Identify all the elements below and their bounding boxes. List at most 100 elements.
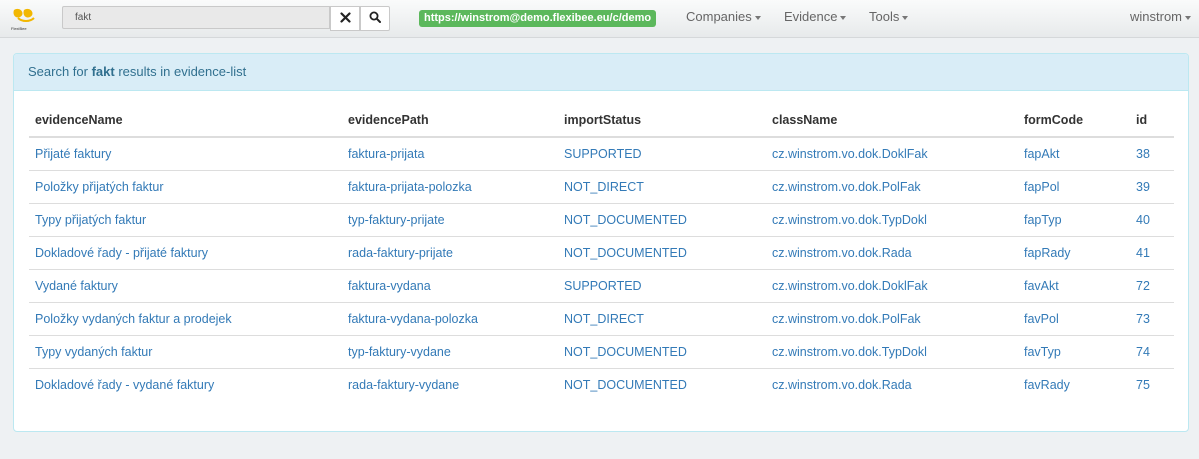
user-menu[interactable]: winstrom: [1130, 9, 1192, 24]
search-button[interactable]: [360, 6, 390, 31]
table-cell: NOT_DOCUMENTED: [558, 203, 766, 237]
form-code-link[interactable]: fapRady: [1024, 246, 1071, 260]
evidence-name-link[interactable]: Položky vydaných faktur a prodejek: [35, 312, 232, 326]
import-status-link[interactable]: NOT_DOCUMENTED: [564, 246, 687, 260]
evidence-path-link[interactable]: faktura-vydana-polozka: [348, 312, 478, 326]
table-cell: NOT_DOCUMENTED: [558, 368, 766, 401]
class-name-link[interactable]: cz.winstrom.vo.dok.Rada: [772, 246, 912, 260]
table-cell: cz.winstrom.vo.dok.Rada: [766, 236, 1018, 270]
heading-suffix: results in evidence-list: [114, 64, 247, 79]
import-status-link[interactable]: SUPPORTED: [564, 147, 642, 161]
evidence-name-link[interactable]: Dokladové řady - vydané faktury: [35, 378, 214, 392]
panel-heading: Search for fakt results in evidence-list: [14, 54, 1188, 91]
top-navbar: FlexiBee https://winstrom@demo.flexibee.…: [0, 0, 1199, 38]
id-link[interactable]: 73: [1136, 312, 1150, 326]
form-code-link[interactable]: favRady: [1024, 378, 1070, 392]
evidence-name-link[interactable]: Přijaté faktury: [35, 147, 111, 161]
class-name-link[interactable]: cz.winstrom.vo.dok.DoklFak: [772, 279, 928, 293]
evidence-name-link[interactable]: Dokladové řady - přijaté faktury: [35, 246, 208, 260]
menu-tools[interactable]: Tools: [869, 9, 909, 24]
evidence-path-link[interactable]: faktura-prijata-polozka: [348, 180, 472, 194]
table-cell: faktura-prijata-polozka: [342, 170, 558, 204]
table-cell: favPol: [1018, 302, 1130, 336]
table-cell: rada-faktury-prijate: [342, 236, 558, 270]
table-cell: SUPPORTED: [558, 269, 766, 303]
form-code-link[interactable]: favPol: [1024, 312, 1059, 326]
table-row: Typy vydaných faktur typ-faktury-vydane NO…: [29, 335, 1174, 369]
table-cell: favTyp: [1018, 335, 1130, 369]
class-name-link[interactable]: cz.winstrom.vo.dok.PolFak: [772, 180, 921, 194]
table-cell: 73: [1130, 302, 1174, 336]
table-cell: 74: [1130, 335, 1174, 369]
id-link[interactable]: 39: [1136, 180, 1150, 194]
import-status-link[interactable]: NOT_DOCUMENTED: [564, 378, 687, 392]
company-url-badge[interactable]: https://winstrom@demo.flexibee.eu/c/demo: [419, 10, 657, 27]
table-cell: typ-faktury-prijate: [342, 203, 558, 237]
table-cell: fapAkt: [1018, 137, 1130, 171]
form-code-link[interactable]: fapTyp: [1024, 213, 1062, 227]
class-name-link[interactable]: cz.winstrom.vo.dok.TypDokl: [772, 213, 927, 227]
id-link[interactable]: 38: [1136, 147, 1150, 161]
table-cell: SUPPORTED: [558, 137, 766, 171]
header-id: id: [1130, 104, 1174, 138]
evidence-name-link[interactable]: Typy vydaných faktur: [35, 345, 152, 359]
table-cell: fapPol: [1018, 170, 1130, 204]
id-link[interactable]: 40: [1136, 213, 1150, 227]
evidence-path-link[interactable]: faktura-prijata: [348, 147, 424, 161]
table-cell: fapRady: [1018, 236, 1130, 270]
clear-search-button[interactable]: [330, 6, 360, 31]
user-menu-label: winstrom: [1130, 9, 1183, 24]
menu-evidence[interactable]: Evidence: [784, 9, 847, 24]
table-cell: cz.winstrom.vo.dok.TypDokl: [766, 203, 1018, 237]
table-cell: Vydané faktury: [29, 269, 342, 303]
evidence-path-link[interactable]: rada-faktury-vydane: [348, 378, 459, 392]
form-code-link[interactable]: fapPol: [1024, 180, 1059, 194]
form-code-link[interactable]: favTyp: [1024, 345, 1061, 359]
table-cell: faktura-vydana-polozka: [342, 302, 558, 336]
table-cell: faktura-vydana: [342, 269, 558, 303]
results-table: evidenceName evidencePath importStatus c…: [29, 104, 1174, 401]
table-cell: rada-faktury-vydane: [342, 368, 558, 401]
table-row: Přijaté faktury faktura-prijata SUPPORTED c…: [29, 137, 1174, 171]
header-form-code: formCode: [1018, 104, 1130, 138]
table-cell: favAkt: [1018, 269, 1130, 303]
evidence-name-link[interactable]: Vydané faktury: [35, 279, 118, 293]
evidence-path-link[interactable]: typ-faktury-vydane: [348, 345, 451, 359]
table-cell: Dokladové řady - přijaté faktury: [29, 236, 342, 270]
search-query: fakt: [91, 64, 115, 79]
import-status-link[interactable]: NOT_DIRECT: [564, 180, 644, 194]
import-status-link[interactable]: SUPPORTED: [564, 279, 642, 293]
menu-companies[interactable]: Companies: [686, 9, 761, 24]
table-body: Přijaté faktury faktura-prijata SUPPORTED c…: [29, 137, 1174, 401]
id-link[interactable]: 41: [1136, 246, 1150, 260]
class-name-link[interactable]: cz.winstrom.vo.dok.DoklFak: [772, 147, 928, 161]
form-code-link[interactable]: favAkt: [1024, 279, 1059, 293]
table-cell: 75: [1130, 368, 1174, 401]
import-status-link[interactable]: NOT_DIRECT: [564, 312, 644, 326]
id-link[interactable]: 75: [1136, 378, 1150, 392]
class-name-link[interactable]: cz.winstrom.vo.dok.TypDokl: [772, 345, 927, 359]
table-cell: cz.winstrom.vo.dok.PolFak: [766, 302, 1018, 336]
evidence-path-link[interactable]: rada-faktury-prijate: [348, 246, 453, 260]
id-link[interactable]: 74: [1136, 345, 1150, 359]
import-status-link[interactable]: NOT_DOCUMENTED: [564, 345, 687, 359]
table-cell: 72: [1130, 269, 1174, 303]
class-name-link[interactable]: cz.winstrom.vo.dok.Rada: [772, 378, 912, 392]
flexibee-logo[interactable]: FlexiBee: [10, 6, 40, 32]
header-evidence-path: evidencePath: [342, 104, 558, 138]
evidence-name-link[interactable]: Typy přijatých faktur: [35, 213, 146, 227]
header-import-status: importStatus: [558, 104, 766, 138]
evidence-path-link[interactable]: faktura-vydana: [348, 279, 431, 293]
search-input[interactable]: [62, 6, 330, 29]
table-cell: NOT_DOCUMENTED: [558, 335, 766, 369]
table-cell: Dokladové řady - vydané faktury: [29, 368, 342, 401]
search-icon: [369, 11, 381, 26]
evidence-name-link[interactable]: Položky přijatých faktur: [35, 180, 164, 194]
id-link[interactable]: 72: [1136, 279, 1150, 293]
form-code-link[interactable]: fapAkt: [1024, 147, 1059, 161]
import-status-link[interactable]: NOT_DOCUMENTED: [564, 213, 687, 227]
evidence-path-link[interactable]: typ-faktury-prijate: [348, 213, 445, 227]
menu-companies-label: Companies: [686, 9, 752, 24]
header-evidence-name: evidenceName: [29, 104, 342, 138]
class-name-link[interactable]: cz.winstrom.vo.dok.PolFak: [772, 312, 921, 326]
